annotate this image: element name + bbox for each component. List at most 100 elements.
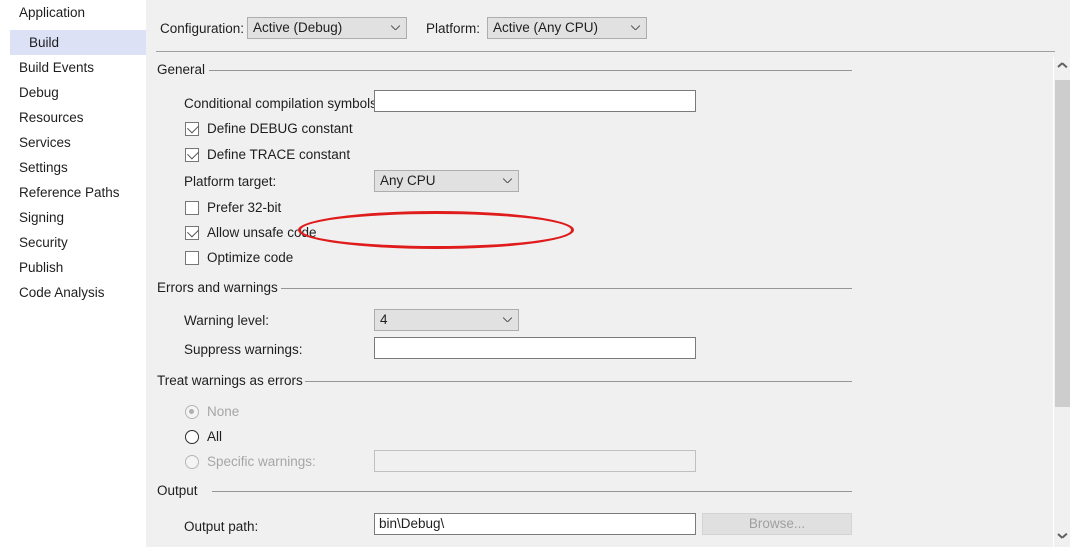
sidebar-item-reference-paths[interactable]: Reference Paths (0, 180, 165, 205)
sidebar-item-label: Resources (19, 110, 84, 125)
suppress-warnings-input[interactable] (374, 337, 696, 359)
scroll-down-button[interactable] (1054, 527, 1070, 544)
specific-warnings-input[interactable] (374, 450, 696, 472)
output-path-value: bin\Debug\ (379, 516, 445, 531)
optimize-code-checkbox-row[interactable]: Optimize code (185, 249, 385, 268)
define-debug-checkbox-row[interactable]: Define DEBUG constant (185, 120, 405, 139)
treat-warnings-all-radio[interactable] (185, 430, 199, 444)
settings-scrollbar[interactable] (1053, 57, 1070, 547)
output-group-header: Output (157, 483, 852, 499)
allow-unsafe-code-label: Allow unsafe code (207, 225, 317, 240)
treat-warnings-specific-radio-row[interactable]: Specific warnings: (185, 453, 365, 472)
scrollbar-thumb[interactable] (1055, 80, 1070, 407)
define-debug-label: Define DEBUG constant (207, 121, 353, 136)
treat-warnings-group-header: Treat warnings as errors (157, 373, 852, 389)
treat-warnings-none-radio[interactable] (185, 405, 199, 419)
define-trace-checkbox[interactable] (185, 147, 200, 162)
configuration-label: Configuration: (160, 21, 245, 36)
sidebar-item-label: Build (29, 35, 60, 50)
chevron-up-icon (1058, 66, 1066, 71)
configuration-toolbar: Configuration: Active (Debug) Platform: … (146, 0, 1070, 51)
chevron-down-icon (631, 25, 639, 30)
treat-warnings-none-label: None (207, 404, 240, 419)
sidebar-item-label: Signing (19, 210, 65, 225)
sidebar-item-label: Application (19, 5, 86, 20)
group-rule (305, 381, 852, 382)
platform-target-label: Platform target: (184, 174, 277, 189)
sidebar-item-label: Reference Paths (19, 185, 120, 200)
scroll-up-button[interactable] (1054, 60, 1070, 77)
settings-scroll-viewport: General Conditional compilation symbols:… (146, 52, 1070, 547)
prefer-32bit-checkbox-row[interactable]: Prefer 32-bit (185, 199, 385, 218)
conditional-symbols-input[interactable] (374, 90, 696, 112)
sidebar-item-debug[interactable]: Debug (0, 80, 165, 105)
platform-dropdown[interactable]: Active (Any CPU) (487, 17, 647, 39)
warning-level-dropdown[interactable]: 4 (374, 309, 519, 331)
platform-label: Platform: (426, 21, 481, 36)
define-trace-label: Define TRACE constant (207, 147, 351, 162)
output-path-input[interactable]: bin\Debug\ (374, 513, 696, 535)
treat-warnings-all-label: All (207, 429, 223, 444)
sidebar-item-signing[interactable]: Signing (0, 205, 165, 230)
warning-level-value: 4 (380, 312, 388, 327)
group-rule (209, 70, 852, 71)
output-group-title: Output (157, 483, 204, 499)
project-properties-build-page: Application Build Build Events Debug Res… (0, 0, 1070, 547)
sidebar-item-label: Build Events (19, 60, 95, 75)
platform-target-value: Any CPU (380, 173, 436, 188)
sidebar-item-publish[interactable]: Publish (0, 255, 165, 280)
allow-unsafe-code-checkbox[interactable] (185, 225, 200, 240)
platform-target-dropdown[interactable]: Any CPU (374, 170, 519, 192)
general-group-title: General (157, 62, 212, 78)
allow-unsafe-code-checkbox-row[interactable]: Allow unsafe code (185, 224, 385, 243)
chevron-down-icon (503, 178, 511, 183)
conditional-symbols-label: Conditional compilation symbols: (184, 96, 381, 111)
build-settings-pane: Configuration: Active (Debug) Platform: … (146, 0, 1070, 547)
sidebar-item-label: Services (19, 135, 71, 150)
chevron-down-icon (503, 317, 511, 322)
sidebar-item-application[interactable]: Application (0, 0, 165, 25)
define-trace-checkbox-row[interactable]: Define TRACE constant (185, 146, 405, 165)
sidebar-item-security[interactable]: Security (0, 230, 165, 255)
check-icon (186, 121, 200, 134)
prefer-32bit-label: Prefer 32-bit (207, 200, 282, 215)
prefer-32bit-checkbox[interactable] (185, 201, 199, 215)
sidebar-item-services[interactable]: Services (0, 130, 165, 155)
configuration-dropdown-value: Active (Debug) (253, 20, 343, 35)
treat-warnings-specific-radio[interactable] (185, 455, 199, 469)
check-icon (186, 225, 200, 238)
treat-warnings-none-radio-row[interactable]: None (185, 403, 365, 422)
sidebar-item-label: Debug (19, 85, 59, 100)
suppress-warnings-label: Suppress warnings: (184, 342, 303, 357)
optimize-code-label: Optimize code (207, 250, 294, 265)
check-icon (186, 147, 200, 160)
treat-warnings-specific-label: Specific warnings: (207, 454, 316, 469)
errors-warnings-group-header: Errors and warnings (157, 280, 852, 296)
chevron-down-icon (1058, 533, 1066, 538)
group-rule (281, 288, 852, 289)
optimize-code-checkbox[interactable] (185, 251, 199, 265)
define-debug-checkbox[interactable] (185, 121, 200, 136)
sidebar-item-settings[interactable]: Settings (0, 155, 165, 180)
sidebar-item-label: Code Analysis (19, 285, 105, 300)
sidebar-item-label: Security (19, 235, 68, 250)
sidebar-item-build[interactable]: Build (10, 30, 176, 55)
configuration-dropdown[interactable]: Active (Debug) (247, 17, 407, 39)
output-path-label: Output path: (184, 519, 259, 534)
radio-dot-icon (189, 409, 194, 414)
chevron-down-icon (391, 25, 399, 30)
treat-warnings-group-title: Treat warnings as errors (157, 373, 309, 389)
sidebar-item-label: Publish (19, 260, 64, 275)
properties-sidebar: Application Build Build Events Debug Res… (0, 0, 176, 547)
sidebar-item-label: Settings (19, 160, 68, 175)
warning-level-label: Warning level: (184, 313, 270, 328)
errors-warnings-group-title: Errors and warnings (157, 280, 284, 296)
platform-dropdown-value: Active (Any CPU) (493, 20, 599, 35)
treat-warnings-all-radio-row[interactable]: All (185, 428, 365, 447)
general-group-header: General (157, 62, 852, 78)
group-rule (212, 491, 852, 492)
sidebar-item-build-events[interactable]: Build Events (0, 55, 165, 80)
sidebar-item-code-analysis[interactable]: Code Analysis (0, 280, 165, 305)
sidebar-item-resources[interactable]: Resources (0, 105, 165, 130)
browse-button[interactable]: Browse... (702, 513, 852, 535)
